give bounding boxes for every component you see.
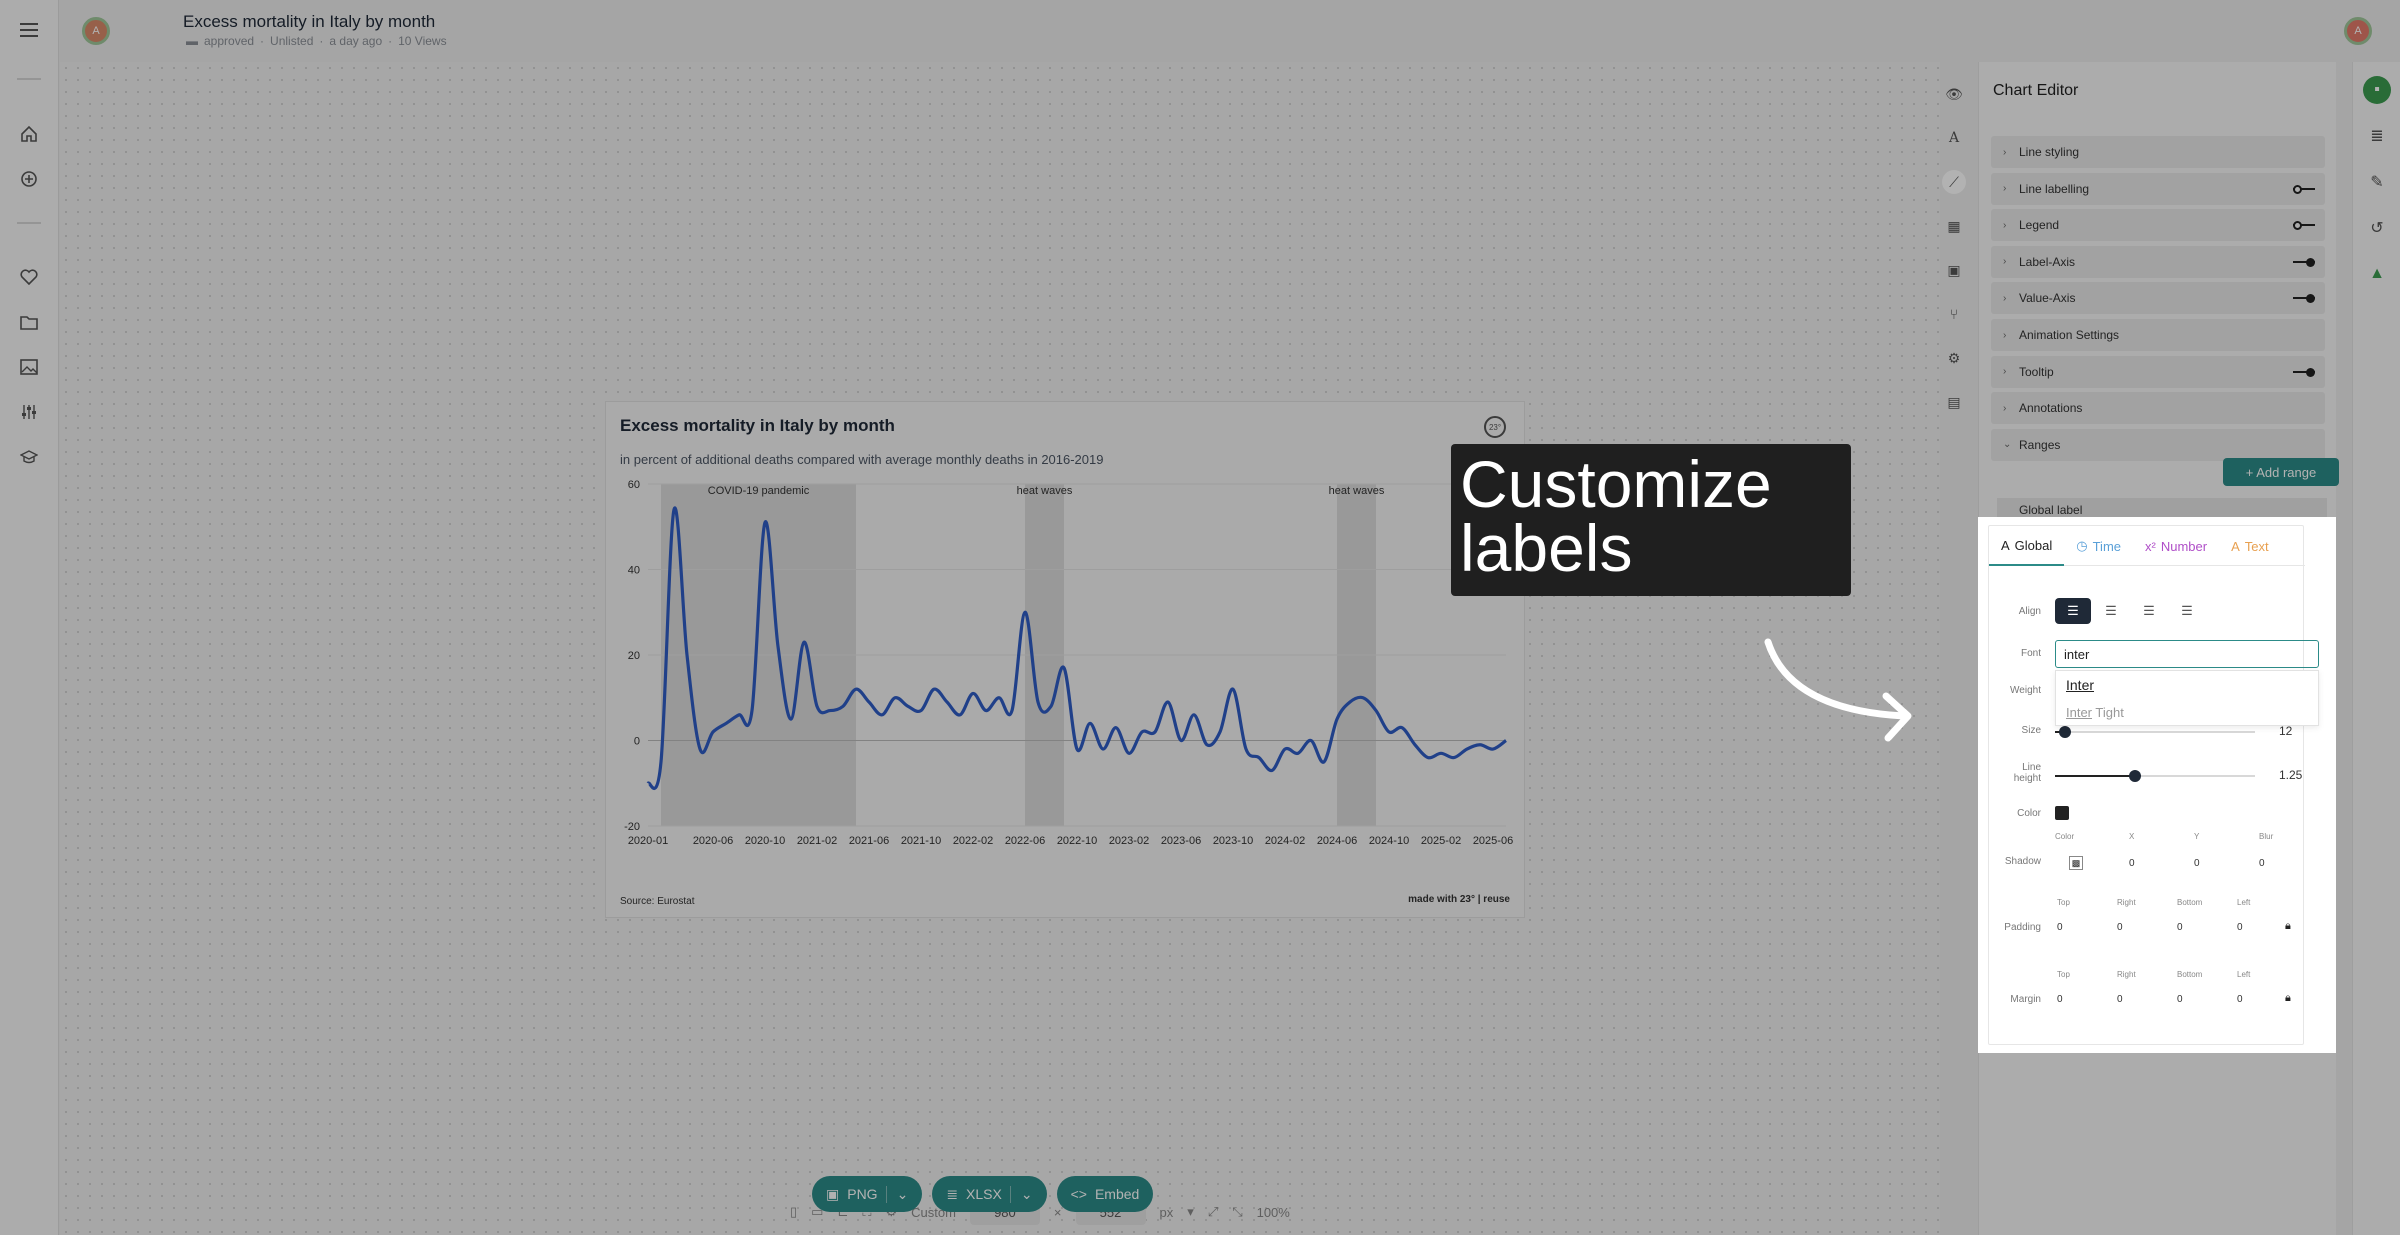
option-match: Inter [2066, 705, 2093, 720]
tab-label: Time [2092, 538, 2121, 554]
margin-left-input[interactable]: 0 [2237, 994, 2243, 1005]
margin-header-top: Top [2057, 970, 2070, 979]
padding-bottom-input[interactable]: 0 [2177, 922, 2183, 933]
align-center-button[interactable]: ☰ [2093, 598, 2129, 624]
padding-header-bottom: Bottom [2177, 898, 2203, 907]
shadow-label: Shadow [2004, 856, 2041, 867]
line-height-slider[interactable] [2055, 770, 2255, 782]
label-tabs: A Global ◷ Time x² Number A Text [1989, 526, 2305, 566]
shadow-blur-input[interactable]: 0 [2259, 858, 2265, 869]
label-settings-panel: A Global ◷ Time x² Number A Text Align ☰ ☰ ☰ ☰ … [1978, 517, 2336, 1053]
shadow-header-color: Color [2055, 832, 2075, 841]
time-tab-icon: ◷ [2076, 538, 2088, 553]
margin-right-input[interactable]: 0 [2117, 994, 2123, 1005]
option-rest: Tight [2092, 705, 2124, 720]
tutorial-callout: Customize labels [1451, 444, 1851, 596]
align-left-button[interactable]: ☰ [2055, 598, 2091, 624]
padding-left-input[interactable]: 0 [2237, 922, 2243, 933]
margin-top-input[interactable]: 0 [2057, 994, 2063, 1005]
margin-header-left: Left [2237, 970, 2251, 979]
shadow-header-blur: Blur [2259, 832, 2274, 841]
margin-header-bottom: Bottom [2177, 970, 2203, 979]
size-slider-handle[interactable] [2059, 726, 2071, 738]
font-label: Font [2020, 648, 2041, 659]
shadow-x-input[interactable]: 0 [2129, 858, 2135, 869]
number-tab-icon: x² [2145, 538, 2156, 554]
weight-label: Weight [2010, 685, 2041, 696]
font-input[interactable]: inter [2055, 640, 2319, 668]
size-value[interactable]: 12 [2279, 724, 2292, 738]
callout-line-2: labels [1460, 511, 1633, 585]
font-dropdown: Inter Inter Tight [2055, 670, 2319, 726]
padding-header-right: Right [2117, 898, 2136, 907]
shadow-header-x: X [2129, 832, 2135, 841]
shadow-y-input[interactable]: 0 [2194, 858, 2200, 869]
padding-right-input[interactable]: 0 [2117, 922, 2123, 933]
lock-icon[interactable]: 🔒︎ [2285, 920, 2291, 933]
line-height-label-1: Line [2022, 762, 2041, 773]
transparent-color-icon[interactable]: ▩ [2069, 856, 2083, 870]
align-right-button[interactable]: ☰ [2131, 598, 2167, 624]
size-slider[interactable] [2055, 726, 2255, 738]
padding-header-left: Left [2237, 898, 2251, 907]
lock-icon[interactable]: 🔒︎ [2285, 992, 2291, 1005]
line-height-slider-handle[interactable] [2129, 770, 2141, 782]
font-option-inter-tight[interactable]: Inter Tight [2066, 705, 2124, 720]
line-height-label: Line height [1991, 762, 2041, 784]
align-label: Align [2018, 606, 2041, 617]
tab-global[interactable]: A Global [1989, 526, 2065, 566]
tab-label: Number [2160, 538, 2208, 554]
font-option-inter[interactable]: Inter [2066, 677, 2094, 693]
global-tab-icon: A [2001, 537, 2010, 553]
margin-header-right: Right [2117, 970, 2136, 979]
option-match: Inter [2066, 677, 2095, 693]
size-label: Size [2021, 725, 2041, 736]
margin-bottom-input[interactable]: 0 [2177, 994, 2183, 1005]
color-swatch[interactable] [2055, 806, 2069, 820]
padding-label: Padding [2004, 922, 2041, 933]
tab-label: Global [2014, 537, 2053, 553]
color-label: Color [2017, 808, 2041, 819]
shadow-header-y: Y [2194, 832, 2200, 841]
tab-label: Text [2244, 538, 2269, 554]
padding-top-input[interactable]: 0 [2057, 922, 2063, 933]
label-settings-card: A Global ◷ Time x² Number A Text Align ☰ ☰ ☰ ☰ … [1988, 525, 2319, 1045]
tab-time[interactable]: ◷ Time [2064, 526, 2133, 566]
padding-header-top: Top [2057, 898, 2070, 907]
line-height-value[interactable]: 1.25 [2279, 768, 2302, 782]
callout-line-1: Customize [1460, 447, 1772, 521]
text-tab-icon: A [2231, 538, 2240, 554]
tab-text[interactable]: A Text [2219, 526, 2281, 566]
tab-number[interactable]: x² Number [2133, 526, 2219, 566]
align-justify-button[interactable]: ☰ [2169, 598, 2205, 624]
curved-arrow-icon [1764, 638, 1912, 742]
margin-label: Margin [2010, 994, 2041, 1005]
line-height-label-2: height [2013, 773, 2041, 784]
line-height-slider-fill [2055, 775, 2135, 777]
